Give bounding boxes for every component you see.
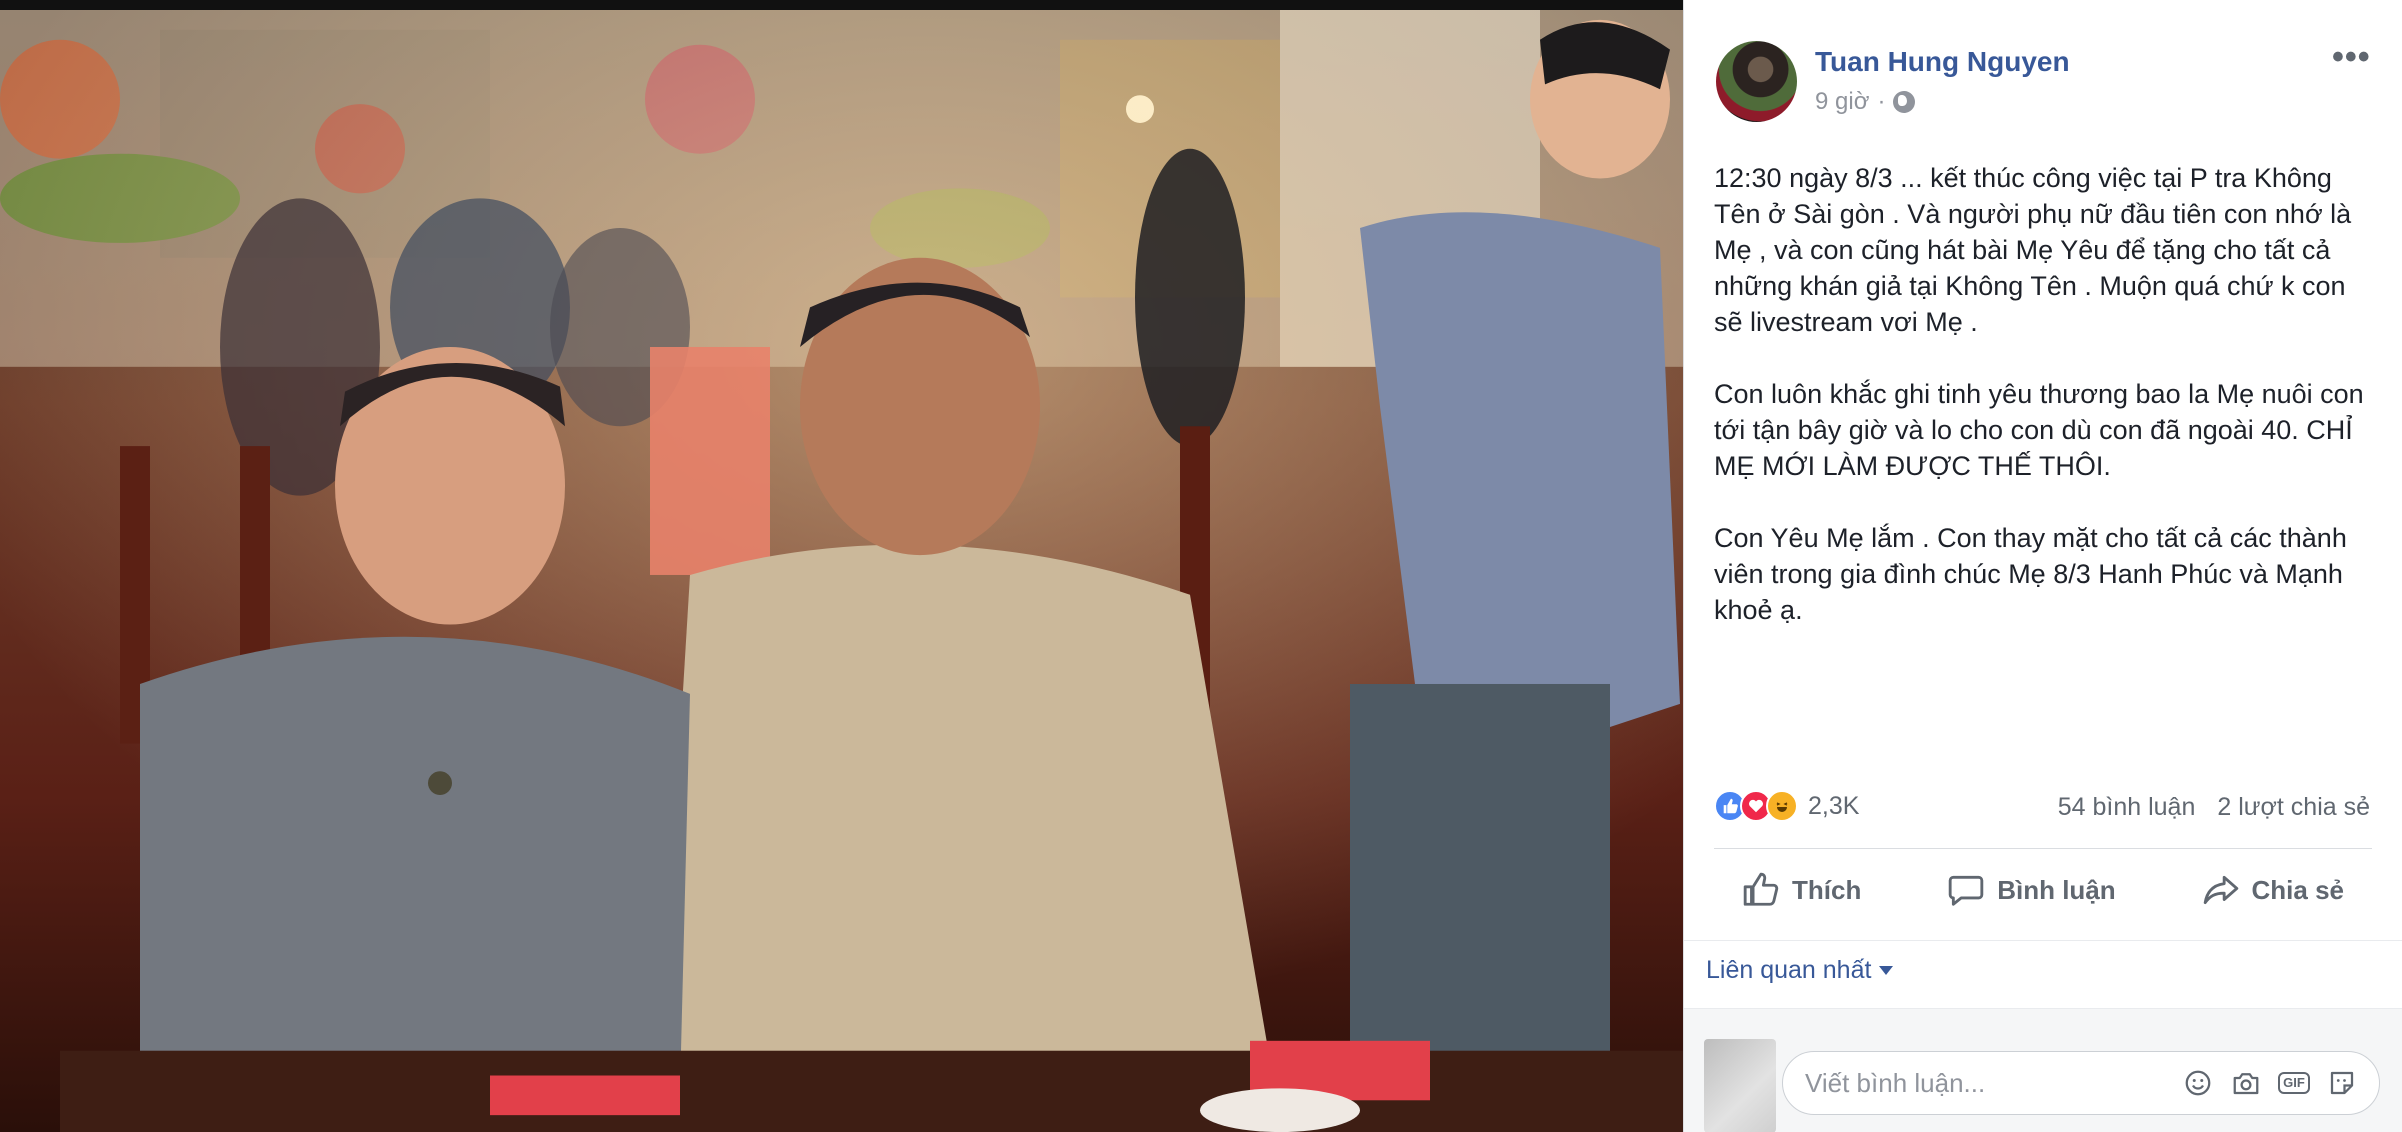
post-panel: Tuan Hung Nguyen 9 giờ · ••• 12:30 ngày …: [1683, 0, 2402, 1132]
like-button-label: Thích: [1792, 874, 1862, 905]
caret-down-icon: [1879, 966, 1894, 975]
like-button[interactable]: Thích: [1714, 858, 1889, 922]
comment-input[interactable]: [1805, 1067, 2183, 1099]
comment-sort-dropdown[interactable]: Liên quan nhất: [1706, 956, 1894, 985]
divider: [1714, 848, 2372, 849]
comment-bubble-icon: [1948, 875, 1984, 906]
reactions-count: 2,3K: [1808, 791, 1860, 820]
viewer-avatar: [1704, 1039, 1776, 1132]
post-time[interactable]: 9 giờ: [1815, 88, 1869, 116]
photo-illustration: [0, 10, 1683, 1132]
post-photo[interactable]: [0, 0, 1683, 1132]
comment-sort-label: Liên quan nhất: [1706, 956, 1872, 984]
comment-button[interactable]: Bình luận: [1919, 858, 2143, 922]
shares-count[interactable]: 2 lượt chia sẻ: [2217, 793, 2370, 822]
share-arrow-icon: [2203, 875, 2238, 905]
thumbs-up-icon: [1743, 872, 1779, 906]
emoji-icon[interactable]: [2183, 1068, 2213, 1098]
share-button[interactable]: Chia sẻ: [2174, 858, 2373, 922]
divider: [1684, 940, 2402, 941]
author-name[interactable]: Tuan Hung Nguyen: [1815, 46, 2070, 78]
post-paragraph: Con Yêu Mẹ lắm . Con thay mặt cho tất cả…: [1714, 523, 2347, 625]
gif-icon[interactable]: GIF: [2278, 1068, 2310, 1098]
haha-reaction-icon: [1766, 790, 1798, 822]
comment-button-label: Bình luận: [1997, 874, 2116, 905]
globe-icon[interactable]: [1893, 91, 1916, 113]
reactions-summary[interactable]: 2,3K: [1714, 790, 1859, 822]
comment-composer: GIF: [1684, 1008, 2402, 1132]
post-meta: 9 giờ ·: [1815, 88, 1916, 116]
post-actions: Thích Bình luận Chia sẻ: [1714, 858, 2372, 922]
sticker-icon[interactable]: [2327, 1068, 2357, 1098]
post-message: 12:30 ngày 8/3 ... kết thúc công việc tạ…: [1714, 160, 2374, 664]
meta-separator: ·: [1877, 88, 1886, 115]
gif-label: GIF: [2278, 1072, 2310, 1094]
comment-tools: GIF: [2183, 1068, 2357, 1098]
share-button-label: Chia sẻ: [2251, 874, 2345, 905]
post-paragraph: 12:30 ngày 8/3 ... kết thúc công việc tạ…: [1714, 163, 2352, 337]
comment-box[interactable]: GIF: [1782, 1051, 2380, 1115]
camera-icon[interactable]: [2231, 1068, 2261, 1098]
post-paragraph: Con luôn khắc ghi tinh yêu thương bao la…: [1714, 379, 2364, 481]
more-options-button[interactable]: •••: [2332, 38, 2371, 77]
comments-count[interactable]: 54 bình luận: [2058, 793, 2196, 822]
engagement-counts: 54 bình luận 2 lượt chia sẻ: [2058, 793, 2370, 822]
author-avatar[interactable]: [1716, 41, 1797, 122]
